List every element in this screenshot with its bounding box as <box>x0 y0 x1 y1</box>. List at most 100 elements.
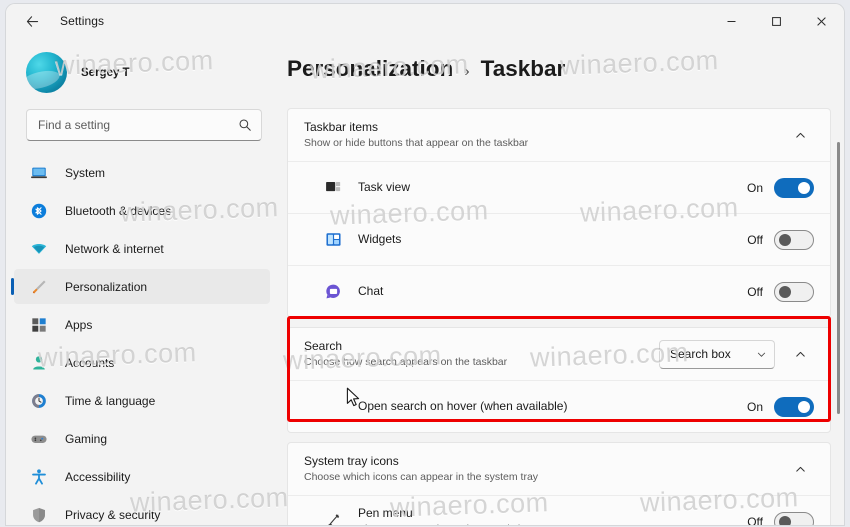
section-subtitle: Choose how search appears on the taskbar <box>304 355 508 368</box>
sidebar-item-apps[interactable]: Apps <box>14 307 270 342</box>
sidebar-item-bluetooth[interactable]: Bluetooth & devices <box>14 193 270 228</box>
sidebar-nav: System Bluetooth & devices Network & int… <box>6 155 278 525</box>
sidebar-item-system[interactable]: System <box>14 155 270 190</box>
sidebar-search[interactable] <box>26 109 262 141</box>
system-tray-header[interactable]: System tray icons Choose which icons can… <box>288 443 830 495</box>
toggle-knob <box>798 400 810 413</box>
row-label: Widgets <box>358 232 402 246</box>
section-title: Taskbar items <box>304 119 379 134</box>
sidebar-item-label: Apps <box>65 317 93 332</box>
card-search: Search Choose how search appears on the … <box>287 327 831 433</box>
open-search-on-hover-toggle[interactable] <box>774 396 814 417</box>
maximize-button[interactable] <box>754 4 799 38</box>
sidebar-item-label: Personalization <box>65 279 148 294</box>
sidebar-item-accounts[interactable]: Accounts <box>14 345 270 380</box>
row-pen-menu[interactable]: Pen menu Show pen menu icon when pen is … <box>288 495 830 525</box>
sidebar-item-personalization[interactable]: Personalization <box>11 269 270 304</box>
sidebar-item-accessibility[interactable]: Accessibility <box>14 459 270 494</box>
toggle-knob <box>779 233 791 246</box>
sidebar-item-label: Accessibility <box>65 469 131 484</box>
account-name: Sergey T <box>81 66 130 79</box>
breadcrumb-separator: › <box>464 63 470 80</box>
pen-menu-toggle[interactable] <box>774 511 814 525</box>
card-taskbar-items: Taskbar items Show or hide buttons that … <box>287 108 831 318</box>
minimize-button[interactable] <box>709 4 754 38</box>
sidebar-item-label: Gaming <box>65 431 108 446</box>
caption-buttons <box>709 4 844 38</box>
section-subtitle: Choose which icons can appear in the sys… <box>304 470 539 483</box>
breadcrumb-root[interactable]: Personalization <box>287 56 453 82</box>
spacer-icon <box>322 396 344 418</box>
chevron-up-icon[interactable] <box>786 121 814 149</box>
row-widgets[interactable]: Widgets Off <box>288 213 830 265</box>
system-icon <box>29 163 49 183</box>
breadcrumb: Personalization › Taskbar <box>287 56 844 82</box>
taskbar-items-header[interactable]: Taskbar items Show or hide buttons that … <box>288 109 830 161</box>
minimize-icon <box>727 20 736 22</box>
settings-window: Settings Sergey T Find a setting System … <box>6 4 844 525</box>
main-content: Personalization › Taskbar Taskbar items … <box>278 38 844 525</box>
chat-toggle[interactable] <box>774 281 814 302</box>
close-icon <box>817 16 826 26</box>
sidebar-item-label: Bluetooth & devices <box>65 203 172 218</box>
widgets-toggle[interactable] <box>774 229 814 250</box>
chat-icon <box>322 281 344 303</box>
search-section-header[interactable]: Search Choose how search appears on the … <box>288 328 830 380</box>
search-style-dropdown[interactable]: Search box <box>659 339 775 369</box>
row-label: Chat <box>358 284 384 298</box>
row-label: Pen menu <box>358 506 413 520</box>
chevron-down-icon <box>757 352 766 357</box>
back-arrow-icon <box>26 15 38 27</box>
sidebar-item-network[interactable]: Network & internet <box>14 231 270 266</box>
avatar <box>26 52 67 93</box>
chevron-up-icon[interactable] <box>786 340 814 368</box>
row-task-view[interactable]: Task view On <box>288 161 830 213</box>
task-view-toggle[interactable] <box>774 177 814 198</box>
sidebar-item-gaming[interactable]: Gaming <box>14 421 270 456</box>
card-system-tray-icons: System tray icons Choose which icons can… <box>287 442 831 525</box>
bluetooth-icon <box>29 201 49 221</box>
pen-icon <box>322 511 344 525</box>
sidebar-item-label: System <box>65 165 106 180</box>
toggle-state-label: On <box>746 180 763 195</box>
sidebar-item-privacy-security[interactable]: Privacy & security <box>14 497 270 525</box>
sidebar-item-label: Time & language <box>65 393 156 408</box>
toggle-state-label: Off <box>747 284 763 299</box>
title-bar: Settings <box>6 4 844 38</box>
sidebar-item-label: Accounts <box>65 355 115 370</box>
maximize-icon <box>772 16 781 26</box>
toggle-knob <box>779 515 791 525</box>
widgets-icon <box>322 229 344 251</box>
row-open-search-on-hover[interactable]: Open search on hover (when available) On <box>288 380 830 432</box>
section-title: System tray icons <box>304 453 399 468</box>
row-label: Open search on hover (when available) <box>358 399 568 413</box>
back-button[interactable] <box>14 5 50 37</box>
section-subtitle: Show or hide buttons that appear on the … <box>304 136 529 149</box>
wifi-icon <box>29 239 49 259</box>
row-sublabel: Show pen menu icon when pen is in use <box>358 522 546 525</box>
clock-globe-icon <box>29 391 49 411</box>
toggle-knob <box>798 181 810 194</box>
sidebar: Sergey T System <box>6 38 278 525</box>
toggle-state-label: On <box>746 399 763 414</box>
sidebar-item-time-language[interactable]: Time & language <box>14 383 270 418</box>
task-view-icon <box>322 177 344 199</box>
section-title: Search <box>304 338 343 353</box>
sidebar-item-label: Privacy & security <box>65 507 161 522</box>
search-input[interactable] <box>38 110 238 140</box>
accessibility-icon <box>29 467 49 487</box>
chevron-up-icon[interactable] <box>786 455 814 483</box>
paintbrush-icon <box>29 277 49 297</box>
accounts-icon <box>29 353 49 373</box>
row-chat[interactable]: Chat Off <box>288 265 830 317</box>
main-scrollbar[interactable] <box>837 84 840 514</box>
window-title: Settings <box>60 14 105 28</box>
scrollbar-thumb[interactable] <box>837 142 840 414</box>
shield-icon <box>29 505 49 525</box>
dropdown-value: Search box <box>670 347 731 361</box>
gamepad-icon <box>29 429 49 449</box>
close-button[interactable] <box>799 4 844 38</box>
toggle-state-label: Off <box>747 514 763 526</box>
account-block[interactable]: Sergey T <box>26 52 278 93</box>
toggle-knob <box>779 285 791 298</box>
